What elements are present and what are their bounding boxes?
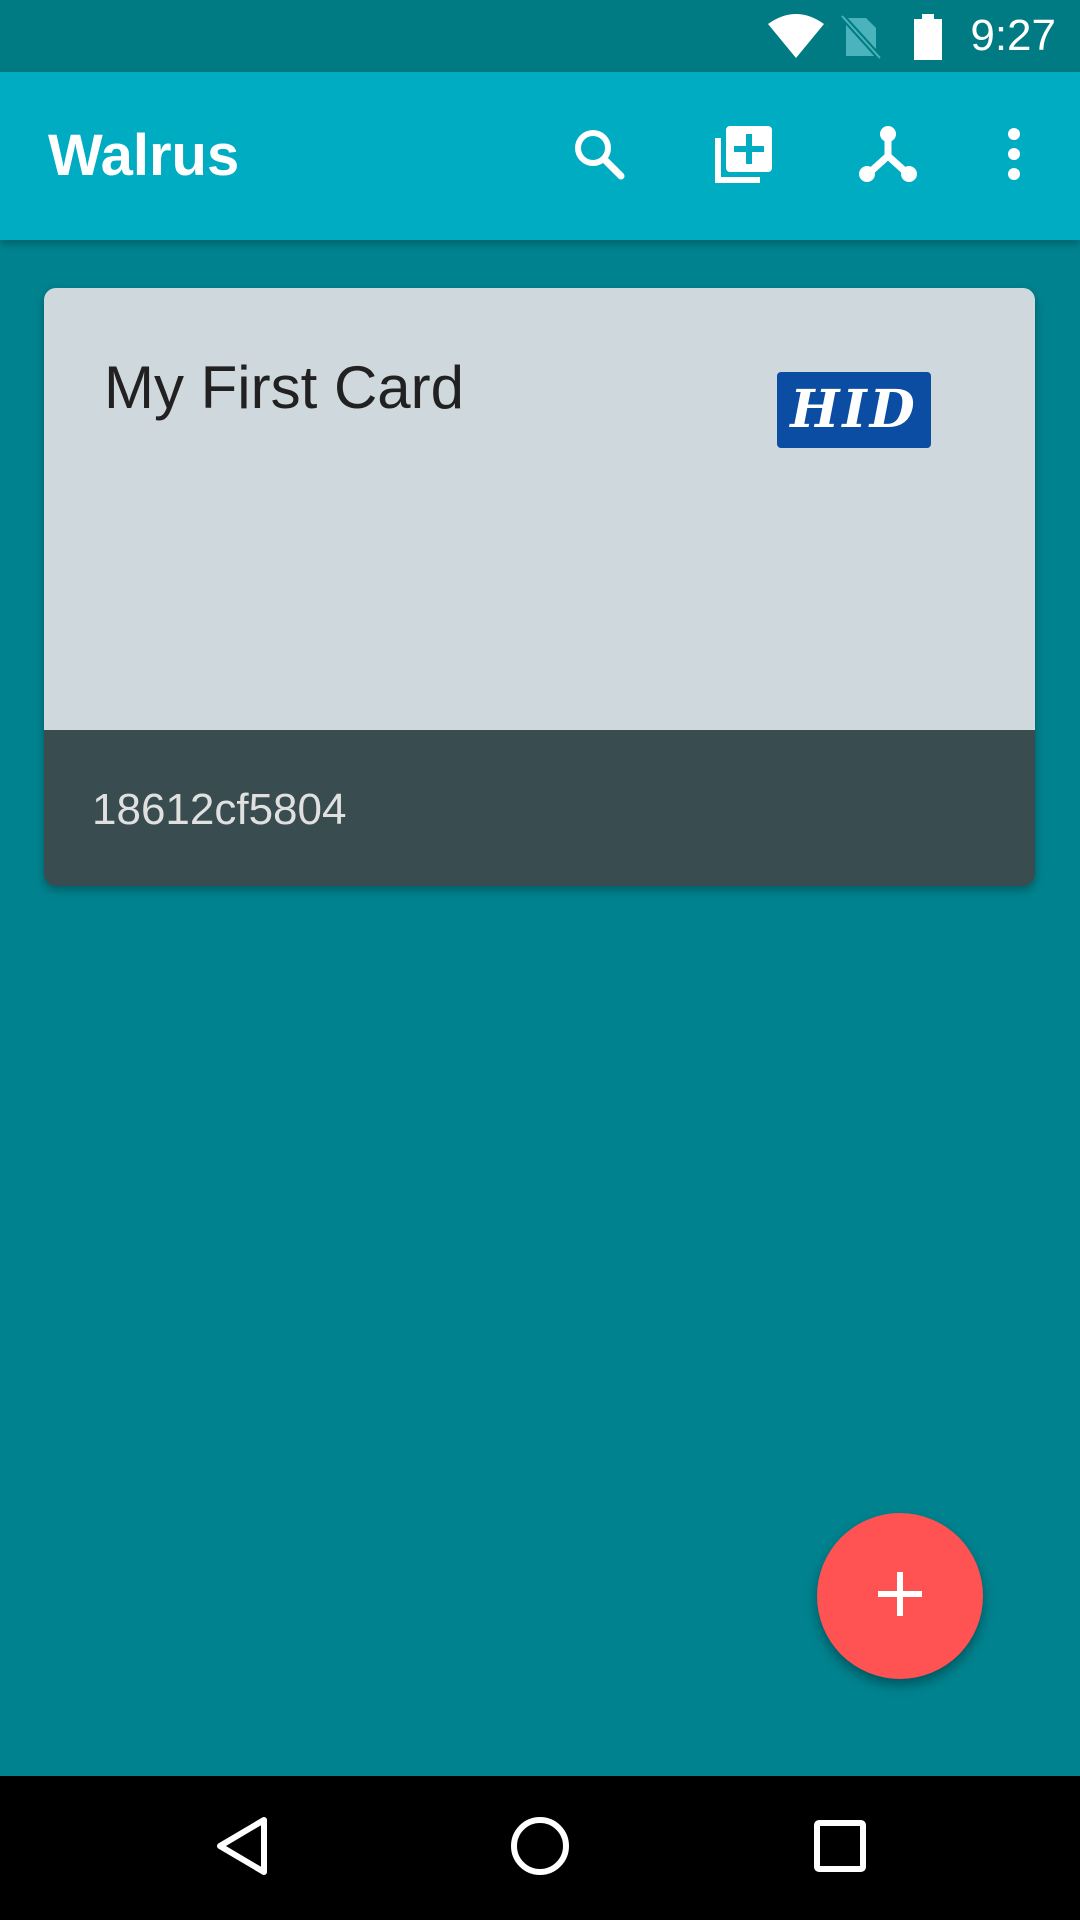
wifi-icon [766,14,826,63]
app-title: Walrus [48,123,240,188]
merge-icon [858,124,918,189]
battery-icon [912,14,944,65]
more-vert-icon [1004,124,1024,189]
hid-logo-text: HID [790,379,918,440]
search-icon [569,124,629,189]
status-bar: 9:27 [0,0,1080,72]
card-header: My First Card HID [44,288,1035,730]
navigation-bar [0,1776,1080,1920]
add-card-fab[interactable] [817,1513,983,1679]
status-time: 9:27 [970,11,1056,60]
card-footer: 18612cf5804 [44,730,1035,886]
add-to-library-icon [712,122,776,191]
home-icon [509,1815,571,1882]
more-options-button[interactable] [970,112,1058,200]
plus-icon [876,1570,924,1623]
card-item[interactable]: My First Card HID 18612cf5804 [44,288,1035,886]
back-button[interactable] [192,1798,292,1898]
card-code: 18612cf5804 [92,785,347,834]
search-button[interactable] [555,112,643,200]
merge-button[interactable] [844,112,932,200]
recents-icon [812,1818,868,1879]
home-button[interactable] [490,1798,590,1898]
app-bar: Walrus [0,72,1080,240]
back-icon [212,1814,272,1883]
no-sim-icon [838,13,883,65]
add-to-library-button[interactable] [700,112,788,200]
card-title: My First Card [104,354,464,421]
recents-button[interactable] [790,1798,890,1898]
hid-logo: HID [777,372,931,448]
